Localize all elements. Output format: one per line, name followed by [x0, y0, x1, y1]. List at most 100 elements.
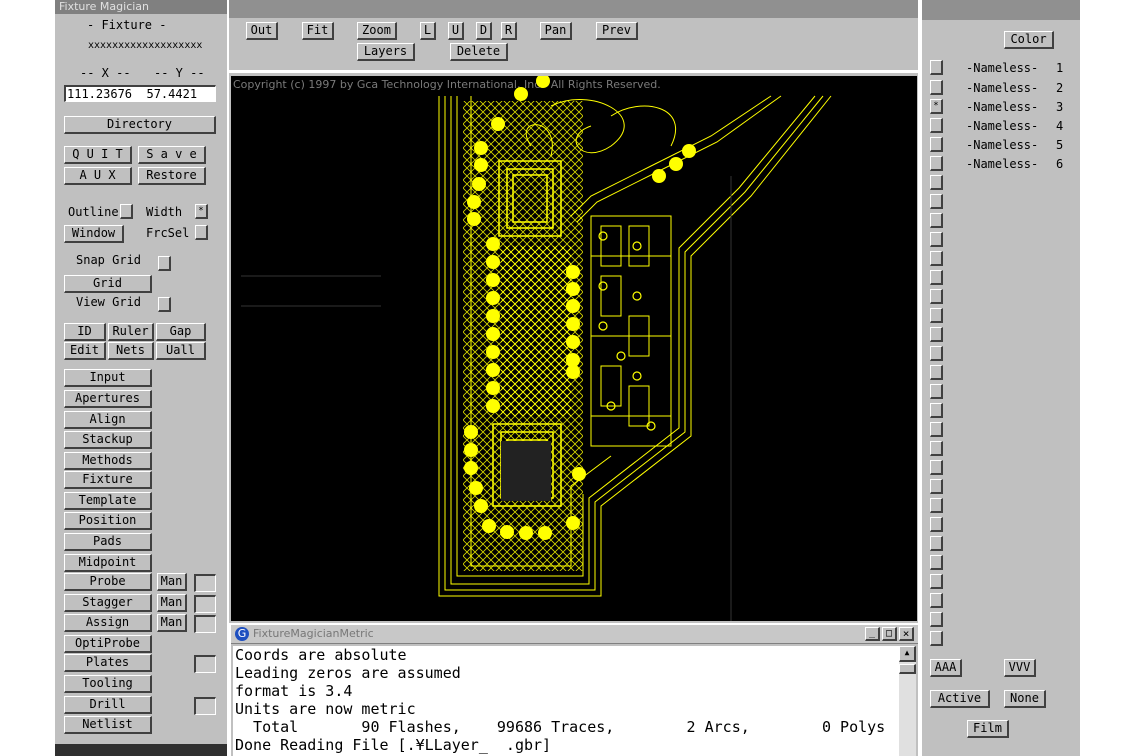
layer-row[interactable]: -Nameless- 1 [930, 60, 1070, 79]
layer-checkbox[interactable] [930, 593, 943, 608]
assign-button[interactable]: Assign [64, 614, 152, 632]
pan-right-button[interactable]: R [501, 22, 517, 40]
stagger-indicator[interactable] [194, 595, 216, 613]
console-scrollbar[interactable]: ▲ [899, 646, 916, 756]
layer-checkbox[interactable] [930, 327, 943, 342]
active-button[interactable]: Active [930, 690, 990, 708]
layer-row[interactable]: -Nameless- 5 [930, 137, 1070, 156]
probe-man-button[interactable]: Man [157, 573, 187, 591]
quit-button[interactable]: Q U I T [64, 146, 132, 164]
fit-button[interactable]: Fit [302, 22, 334, 40]
layer-checkbox[interactable] [930, 232, 943, 247]
layer-row[interactable]: -Nameless- 2 [930, 80, 1070, 99]
film-button[interactable]: Film [967, 720, 1009, 738]
ruler-button[interactable]: Ruler [108, 323, 154, 341]
plates-indicator[interactable] [194, 655, 216, 673]
menu-midpoint-button[interactable]: Midpoint [64, 554, 152, 572]
pan-up-button[interactable]: U [448, 22, 464, 40]
layer-checkbox[interactable] [930, 460, 943, 475]
layer-checkbox[interactable] [930, 118, 943, 133]
grid-button[interactable]: Grid [64, 275, 152, 293]
stagger-button[interactable]: Stagger [64, 594, 152, 612]
layer-checkbox[interactable] [930, 270, 943, 285]
assign-indicator[interactable] [194, 615, 216, 633]
layer-checkbox[interactable] [930, 631, 943, 646]
menu-input-button[interactable]: Input [64, 369, 152, 387]
vvv-button[interactable]: VVV [1004, 659, 1036, 677]
netlist-button[interactable]: Netlist [64, 716, 152, 734]
probe-indicator[interactable] [194, 574, 216, 592]
menu-methods-button[interactable]: Methods [64, 452, 152, 470]
drill-button[interactable]: Drill [64, 696, 152, 714]
minimize-icon[interactable]: _ [865, 627, 880, 641]
menu-stackup-button[interactable]: Stackup [64, 431, 152, 449]
none-button[interactable]: None [1004, 690, 1046, 708]
layer-checkbox[interactable] [930, 251, 943, 266]
plates-button[interactable]: Plates [64, 654, 152, 672]
tooling-button[interactable]: Tooling [64, 675, 152, 693]
nets-button[interactable]: Nets [108, 342, 154, 360]
pan-left-button[interactable]: L [420, 22, 436, 40]
stagger-man-button[interactable]: Man [157, 594, 187, 612]
maximize-icon[interactable]: □ [882, 627, 897, 641]
layer-checkbox[interactable] [930, 403, 943, 418]
assign-man-button[interactable]: Man [157, 614, 187, 632]
layer-row[interactable]: -Nameless- 6 [930, 156, 1070, 175]
frcsel-checkbox[interactable] [195, 225, 208, 240]
layer-checkbox[interactable] [930, 498, 943, 513]
layer-checkbox[interactable] [930, 194, 943, 209]
coords-field[interactable]: 111.23676 57.4421 [64, 85, 216, 102]
layer-checkbox[interactable] [930, 422, 943, 437]
layer-checkbox[interactable] [930, 574, 943, 589]
layer-checkbox[interactable] [930, 555, 943, 570]
aaa-button[interactable]: AAA [930, 659, 962, 677]
layer-checkbox[interactable] [930, 346, 943, 361]
layers-button[interactable]: Layers [357, 43, 415, 61]
layer-row[interactable]: -Nameless- 4 [930, 118, 1070, 137]
gap-button[interactable]: Gap [156, 323, 206, 341]
scroll-up-icon[interactable]: ▲ [899, 646, 916, 662]
snap-grid-checkbox[interactable] [158, 256, 171, 271]
width-checkbox[interactable]: * [195, 204, 208, 219]
zoom-button[interactable]: Zoom [357, 22, 397, 40]
scroll-thumb[interactable] [899, 664, 916, 674]
close-icon[interactable]: × [899, 627, 914, 641]
delete-button[interactable]: Delete [450, 43, 508, 61]
layer-checkbox[interactable] [930, 517, 943, 532]
directory-button[interactable]: Directory [64, 116, 216, 134]
drill-indicator[interactable] [194, 697, 216, 715]
layer-checkbox[interactable] [930, 365, 943, 380]
menu-apertures-button[interactable]: Apertures [64, 390, 152, 408]
layer-checkbox[interactable] [930, 384, 943, 399]
probe-button[interactable]: Probe [64, 573, 152, 591]
layer-row[interactable]: * -Nameless- 3 [930, 99, 1070, 118]
prev-button[interactable]: Prev [596, 22, 638, 40]
layer-checkbox[interactable] [930, 137, 943, 152]
view-grid-checkbox[interactable] [158, 297, 171, 312]
layer-checkbox[interactable] [930, 213, 943, 228]
menu-fixture-button[interactable]: Fixture [64, 471, 152, 489]
zoom-out-button[interactable]: Out [246, 22, 278, 40]
layer-checkbox[interactable] [930, 479, 943, 494]
color-button[interactable]: Color [1004, 31, 1054, 49]
pan-down-button[interactable]: D [476, 22, 492, 40]
layer-checkbox[interactable] [930, 175, 943, 190]
optiprobe-button[interactable]: OptiProbe [64, 635, 152, 653]
layer-checkbox-selected[interactable]: * [930, 99, 943, 114]
edit-button[interactable]: Edit [64, 342, 106, 360]
layer-checkbox[interactable] [930, 308, 943, 323]
menu-align-button[interactable]: Align [64, 411, 152, 429]
aux-button[interactable]: A U X [64, 167, 132, 185]
layer-checkbox[interactable] [930, 60, 943, 75]
layer-checkbox[interactable] [930, 536, 943, 551]
pan-button[interactable]: Pan [540, 22, 572, 40]
menu-template-button[interactable]: Template [64, 492, 152, 510]
layer-checkbox[interactable] [930, 156, 943, 171]
uall-button[interactable]: Uall [156, 342, 206, 360]
menu-position-button[interactable]: Position [64, 512, 152, 530]
restore-button[interactable]: Restore [138, 167, 206, 185]
id-button[interactable]: ID [64, 323, 106, 341]
pcb-canvas[interactable]: Copyright (c) 1997 by Gca Technology Int… [231, 76, 917, 621]
outline-checkbox[interactable] [120, 204, 133, 219]
layer-checkbox[interactable] [930, 289, 943, 304]
